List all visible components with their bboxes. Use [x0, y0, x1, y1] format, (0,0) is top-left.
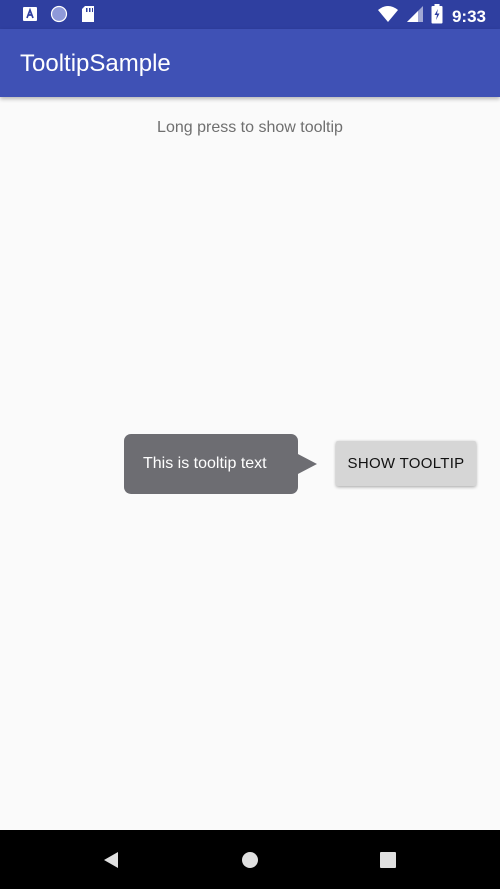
show-tooltip-button[interactable]: SHOW TOOLTIP: [336, 441, 476, 486]
status-bar: 9:33: [0, 0, 500, 29]
system-icons: 9:33: [377, 4, 486, 29]
navigation-bar: [0, 830, 500, 889]
sd-card-icon: [80, 5, 96, 28]
wifi-icon: [377, 5, 399, 28]
status-time: 9:33: [451, 6, 486, 26]
hint-text: Long press to show tooltip: [157, 119, 343, 136]
tooltip: This is tooltip text: [124, 434, 298, 494]
notification-icons: [22, 5, 96, 28]
battery-charging-icon: [431, 4, 443, 29]
tooltip-text: This is tooltip text: [143, 455, 267, 472]
back-icon[interactable]: [100, 849, 122, 871]
tooltip-arrow: [296, 453, 317, 475]
app-title: TooltipSample: [20, 50, 171, 77]
circle-icon: [50, 5, 68, 28]
signal-icon: [406, 5, 424, 28]
home-icon[interactable]: [239, 849, 261, 871]
a-box-icon: [22, 6, 38, 27]
recents-icon[interactable]: [377, 849, 399, 871]
main-content: Long press to show tooltip This is toolt…: [0, 97, 500, 830]
app-bar: TooltipSample: [0, 29, 500, 97]
